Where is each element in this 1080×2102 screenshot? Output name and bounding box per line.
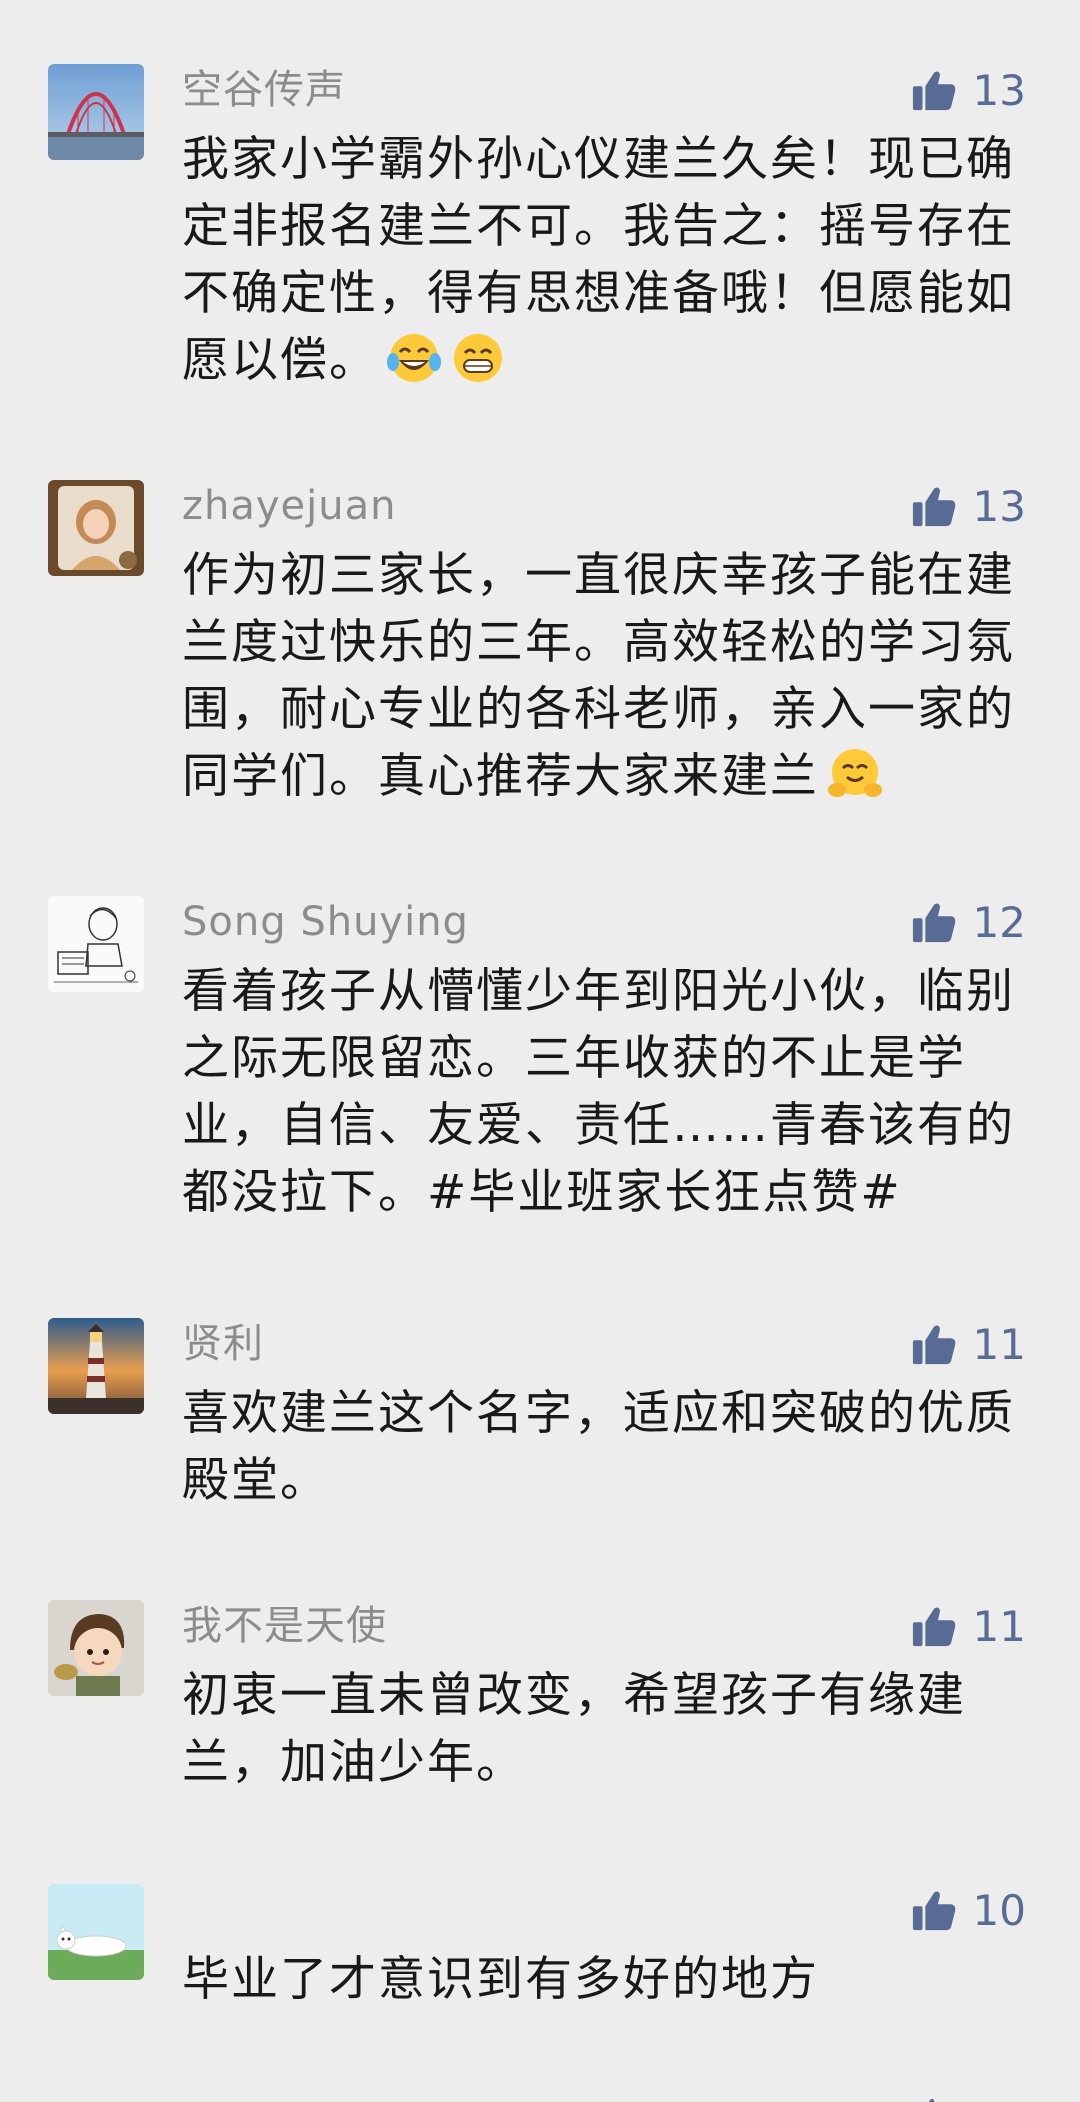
comment-text-content: 作为初三家长，一直很庆幸孩子能在建兰度过快乐的三年。高效轻松的学习氛围，耐心专业…: [182, 548, 1015, 804]
comment-text: 喜欢建兰这个名字，适应和突破的优质殿堂。: [182, 1386, 1015, 1508]
avatar[interactable]: [48, 1318, 144, 1414]
comment-text: 初衷一直未曾改变，希望孩子有缘建兰，加油少年。: [182, 1668, 966, 1790]
avatar[interactable]: [48, 896, 144, 992]
comment-text: 作为初三家长，一直很庆幸孩子能在建兰度过快乐的三年。高效轻松的学习氛围，耐心专业…: [182, 542, 1032, 810]
thumbs-up-icon: [912, 71, 955, 111]
like-count: 11: [972, 1602, 1026, 1651]
avatar[interactable]: [48, 1884, 144, 1980]
like-count: 13: [972, 482, 1026, 531]
lighthouse-avatar-icon: [48, 1318, 144, 1414]
thumbs-up-icon: [912, 1607, 955, 1647]
cartoon-kid-avatar-icon: [48, 1600, 144, 1696]
like-button[interactable]: 10: [911, 1884, 1026, 1938]
thumbs-up-icon: [912, 1325, 955, 1365]
hugging-emoji-icon: [828, 749, 882, 797]
comment-author[interactable]: Song Shuying: [182, 898, 469, 946]
like-button[interactable]: 13: [911, 64, 1026, 118]
like-button[interactable]: 13: [911, 480, 1026, 534]
comment-author[interactable]: 我不是天使: [182, 1602, 387, 1650]
thumbs-up-icon: [912, 1891, 955, 1931]
comment-text: 看着孩子从懵懂少年到阳光小伙，临别之际无限留恋。三年收获的不止是学业，自信、友爱…: [182, 964, 1015, 1220]
like-button[interactable]: 11: [911, 1318, 1026, 1372]
bridge-avatar-icon: [48, 64, 144, 160]
comment-text-content: 我家小学霸外孙心仪建兰久矣！现已确定非报名建兰不可。我告之：摇号存在不确定性，得…: [182, 132, 1015, 388]
comment-text: 我家小学霸外孙心仪建兰久矣！现已确定非报名建兰不可。我告之：摇号存在不确定性，得…: [182, 126, 1032, 394]
comment-feed: 空谷传声 13 我家小学霸外孙心仪建兰久矣！现已确定非报名建兰不可。我告之：摇号…: [0, 0, 1080, 2102]
sketch-avatar-icon: [48, 896, 144, 992]
thumbs-up-icon: [912, 903, 955, 943]
comment-author[interactable]: zhayejuan: [182, 482, 396, 530]
grinning-emoji-icon: [454, 334, 502, 382]
avatar[interactable]: [48, 1600, 144, 1696]
comment-author[interactable]: 空谷传声: [182, 66, 346, 114]
like-count: 12: [972, 898, 1026, 947]
thumbs-up-icon: [912, 487, 955, 527]
woman-portrait-avatar-icon: [48, 480, 144, 576]
like-count: 13: [972, 66, 1026, 115]
avatar[interactable]: [48, 480, 144, 576]
comment-author[interactable]: 贤利: [182, 1320, 264, 1368]
avatar[interactable]: [48, 64, 144, 160]
lying-cat-avatar-icon: [48, 1884, 144, 1980]
comment-text: 毕业了才意识到有多好的地方: [182, 1952, 819, 2007]
like-button[interactable]: 12: [911, 896, 1026, 950]
laughing-tears-emoji-icon: [387, 334, 441, 382]
like-button[interactable]: 11: [911, 1600, 1026, 1654]
thumbs-up-icon: [928, 2099, 935, 2102]
like-count: 11: [972, 1320, 1026, 1369]
like-count: 10: [972, 1886, 1026, 1935]
